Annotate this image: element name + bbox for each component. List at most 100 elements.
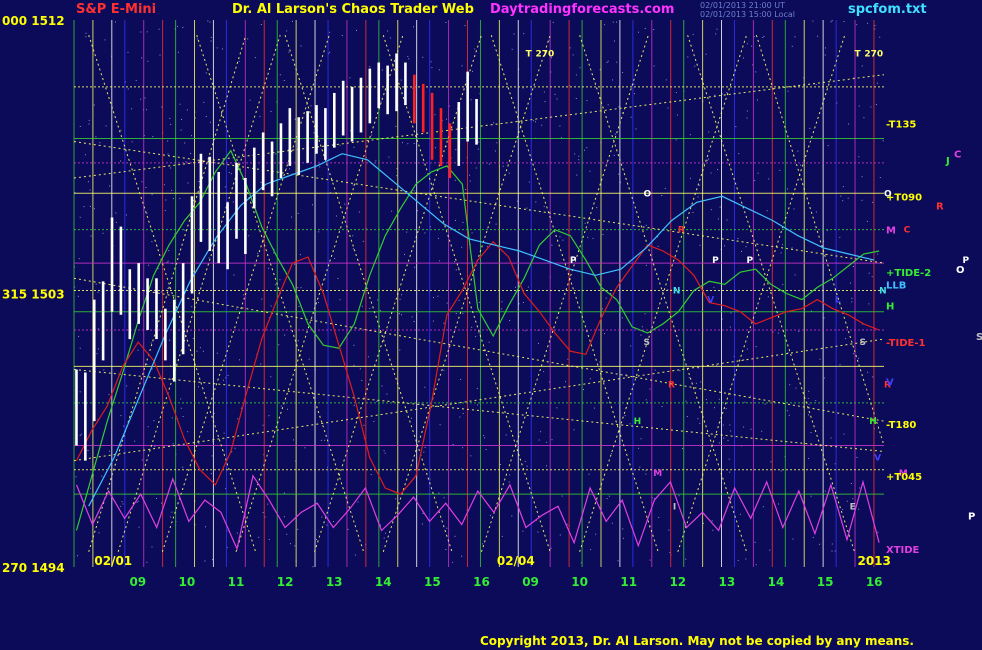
planet-label: O xyxy=(956,265,965,276)
star-dot xyxy=(385,532,386,534)
star-dot xyxy=(196,38,198,40)
star-dot xyxy=(834,463,836,465)
star-dot xyxy=(871,276,873,278)
star-dot xyxy=(363,424,365,426)
star-dot xyxy=(478,332,480,334)
star-dot xyxy=(90,487,91,489)
star-dot xyxy=(445,22,447,23)
star-dot xyxy=(171,189,173,191)
star-dot xyxy=(810,432,812,433)
star-dot xyxy=(607,60,609,62)
star-dot xyxy=(283,80,285,81)
star-dot xyxy=(411,316,413,318)
star-dot xyxy=(268,538,270,540)
star-dot xyxy=(298,306,300,307)
star-dot xyxy=(270,376,272,378)
star-dot xyxy=(357,501,359,503)
star-dot xyxy=(146,212,148,214)
star-dot xyxy=(260,24,262,25)
star-dot xyxy=(294,263,296,265)
copyright-notice: Copyright 2013, Dr. Al Larson. May not b… xyxy=(480,634,914,648)
star-dot xyxy=(115,212,117,214)
chart-letter: P xyxy=(712,256,719,266)
star-dot xyxy=(336,215,338,217)
star-dot xyxy=(424,232,426,234)
star-dot xyxy=(470,99,472,101)
star-dot xyxy=(260,181,262,183)
star-dot xyxy=(879,36,881,38)
star-dot xyxy=(77,555,78,557)
star-dot xyxy=(747,348,748,350)
star-dot xyxy=(526,465,528,467)
star-dot xyxy=(798,330,800,332)
chart-letter: C xyxy=(904,226,911,236)
star-dot xyxy=(145,187,147,188)
x-tick-label: 14 xyxy=(375,575,392,589)
star-dot xyxy=(177,51,179,53)
star-dot xyxy=(572,54,574,56)
star-dot xyxy=(737,238,739,239)
star-dot xyxy=(422,56,424,58)
star-dot xyxy=(94,208,95,210)
chart-letter: V xyxy=(874,454,881,464)
star-dot xyxy=(404,254,405,255)
star-dot xyxy=(606,61,608,63)
star-dot xyxy=(205,116,207,117)
star-dot xyxy=(664,187,666,189)
chart-letter: R xyxy=(678,226,685,236)
star-dot xyxy=(77,295,79,297)
star-dot xyxy=(153,420,155,422)
star-dot xyxy=(540,431,542,433)
star-dot xyxy=(469,180,471,182)
star-dot xyxy=(867,22,868,24)
star-dot xyxy=(329,51,331,53)
star-dot xyxy=(462,222,464,223)
star-dot xyxy=(115,221,117,223)
star-dot xyxy=(95,283,97,285)
star-dot xyxy=(839,364,841,366)
star-dot xyxy=(80,433,82,435)
star-dot xyxy=(270,111,272,112)
star-dot xyxy=(848,123,850,125)
star-dot xyxy=(725,408,727,410)
chart-letter: H xyxy=(869,417,877,427)
x-tick-label: 13 xyxy=(326,575,343,589)
star-dot xyxy=(605,297,607,299)
star-dot xyxy=(509,320,511,321)
star-dot xyxy=(621,317,623,319)
star-dot xyxy=(484,437,486,439)
star-dot xyxy=(150,342,152,344)
star-dot xyxy=(645,224,647,226)
star-dot xyxy=(184,142,186,144)
star-dot xyxy=(589,378,591,380)
star-dot xyxy=(300,45,302,47)
star-dot xyxy=(334,258,336,259)
star-dot xyxy=(179,198,181,199)
star-dot xyxy=(815,84,817,86)
star-dot xyxy=(147,60,149,62)
star-dot xyxy=(700,381,702,383)
star-dot xyxy=(79,391,81,393)
site-link[interactable]: Daytradingforecasts.com xyxy=(490,2,674,17)
star-dot xyxy=(876,82,878,84)
star-dot xyxy=(839,236,841,238)
star-dot xyxy=(381,69,383,71)
star-dot xyxy=(437,295,439,297)
star-dot xyxy=(852,353,854,355)
star-dot xyxy=(154,446,156,448)
star-dot xyxy=(751,45,753,47)
y-axis-label: 270 1494 xyxy=(2,561,65,575)
chart-letter: R xyxy=(668,381,675,391)
star-dot xyxy=(705,53,707,55)
star-dot xyxy=(787,90,789,92)
star-dot xyxy=(610,292,612,294)
star-dot xyxy=(524,461,526,463)
star-dot xyxy=(138,526,140,528)
star-dot xyxy=(808,458,810,459)
star-dot xyxy=(105,125,107,127)
star-dot xyxy=(768,178,770,180)
star-dot xyxy=(574,153,576,155)
star-dot xyxy=(262,424,264,426)
star-dot xyxy=(446,118,447,120)
star-dot xyxy=(274,284,276,286)
